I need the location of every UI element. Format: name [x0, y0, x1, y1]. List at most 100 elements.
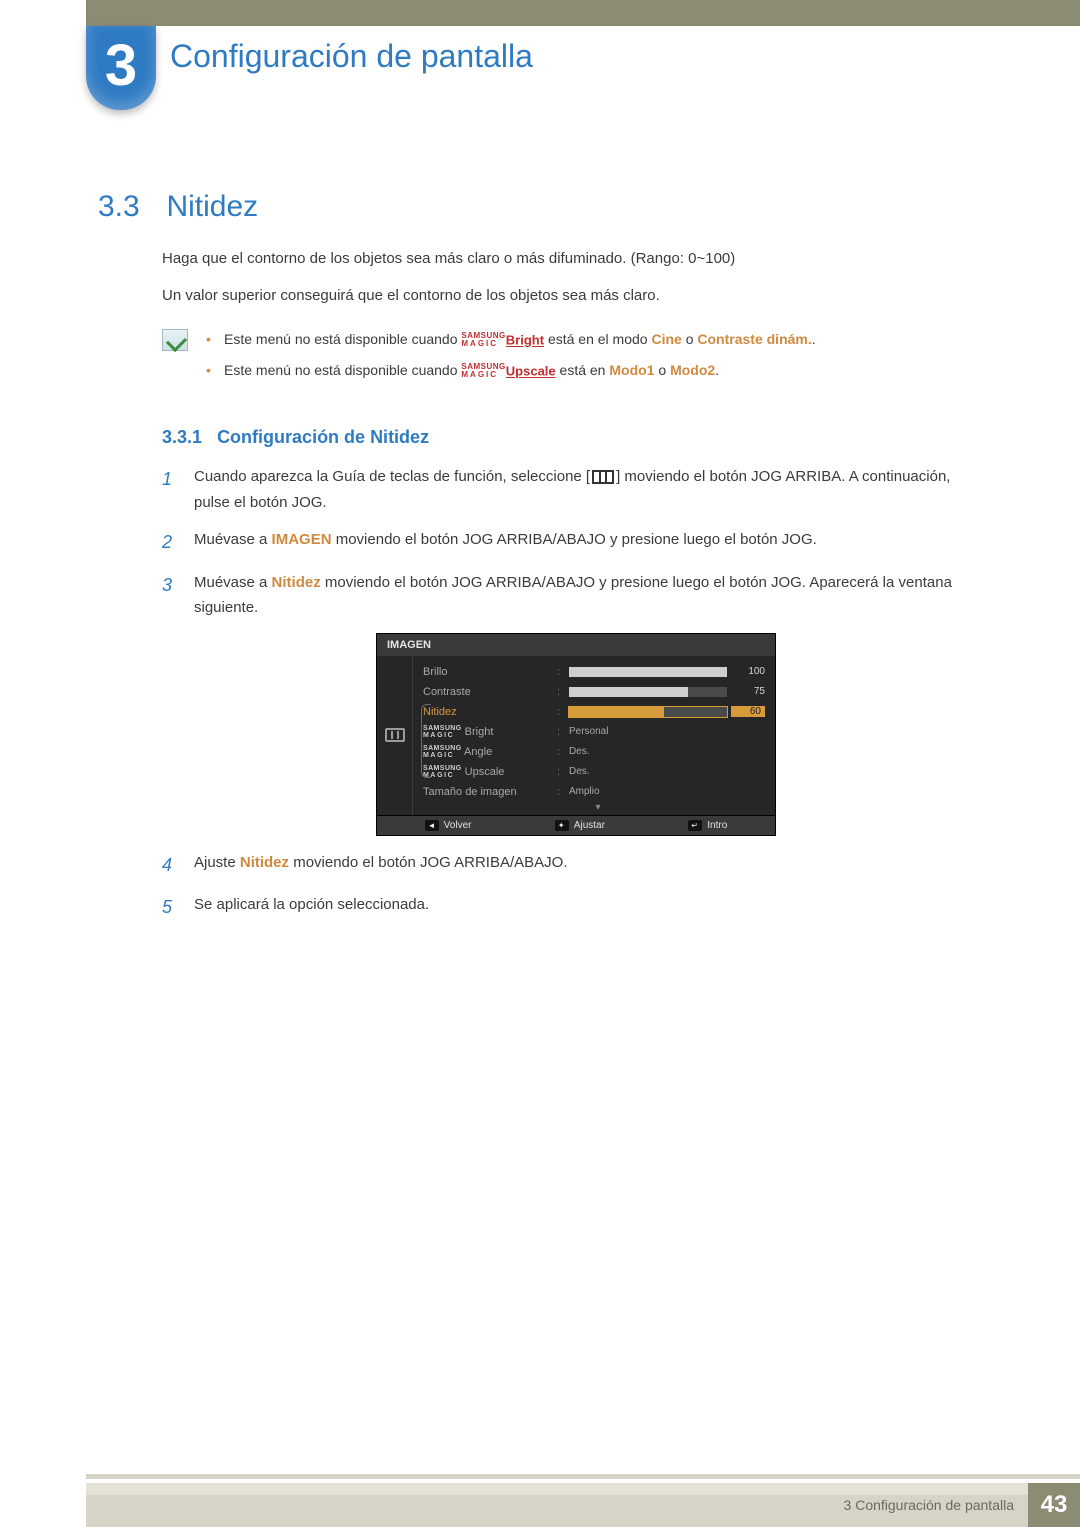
footer-strip-light: [86, 1483, 1028, 1495]
osd-label-magic-angle: SAMSUNGMAGIC Angle: [423, 745, 553, 759]
osd-bracket-icon: [421, 704, 431, 778]
osd-row-nitidez[interactable]: Nitidez : 60: [423, 702, 765, 722]
note1-or: o: [686, 331, 698, 347]
step-2: 2 Muévase a IMAGEN moviendo el botón JOG…: [162, 527, 990, 558]
note2-or: o: [658, 362, 670, 378]
step-3-text: Muévase a Nitidez moviendo el botón JOG …: [194, 570, 990, 621]
note2-modo2: Modo2: [670, 362, 715, 378]
osd-slider-contraste[interactable]: [569, 687, 727, 697]
section-number: 3.3: [98, 190, 162, 224]
chapter-title: Configuración de pantalla: [170, 38, 533, 75]
page-content: 3.3 Nitidez Haga que el contorno de los …: [98, 190, 990, 935]
step3-hl: Nitidez: [272, 574, 321, 591]
osd-value-magic-angle: Des.: [569, 746, 727, 757]
step1-a: Cuando aparezca la Guía de teclas de fun…: [194, 468, 590, 485]
step-5-text: Se aplicará la opción seleccionada.: [194, 892, 429, 923]
back-key-icon: ◄: [425, 820, 439, 831]
step-1: 1 Cuando aparezca la Guía de teclas de f…: [162, 464, 990, 515]
osd-footer-enter[interactable]: ↵ Intro: [688, 820, 727, 831]
step-number: 5: [162, 892, 180, 923]
note1-pre: Este menú no está disponible cuando: [224, 331, 461, 347]
footer-text: 3 Configuración de pantalla: [844, 1497, 1014, 1513]
osd-label-magic-bright: SAMSUNGMAGIC Bright: [423, 725, 553, 739]
subsection-title: Configuración de Nitidez: [217, 427, 429, 447]
osd-label-magic-upscale: SAMSUNGMAGIC Upscale: [423, 765, 553, 779]
footer-strip: 3 Configuración de pantalla: [86, 1483, 1028, 1527]
step2-b: moviendo el botón JOG ARRIBA/ABAJO y pre…: [332, 531, 817, 548]
osd-row-brillo[interactable]: Brillo : 100: [423, 662, 765, 682]
osd-value-magic-bright: Personal: [569, 726, 727, 737]
osd-value-nitidez: 60: [731, 706, 765, 717]
osd-label-contraste: Contraste: [423, 686, 553, 698]
osd-value-brillo: 100: [731, 666, 765, 677]
note-block: Este menú no está disponible cuando SAMS…: [162, 329, 990, 391]
note-list: Este menú no está disponible cuando SAMS…: [206, 329, 816, 391]
osd-slider-brillo[interactable]: [569, 667, 727, 677]
note2-mid: está en: [560, 362, 610, 378]
samsung-magic-tag: SAMSUNGMAGIC: [461, 363, 505, 379]
step-number: 4: [162, 850, 180, 881]
magic-bright-label: Bright: [506, 333, 544, 348]
step-5: 5 Se aplicará la opción seleccionada.: [162, 892, 990, 923]
page-number: 43: [1028, 1483, 1080, 1527]
osd-footer: ◄ Volver ✦ Ajustar ↵ Intro: [377, 815, 775, 835]
section-intro-2: Un valor superior conseguirá que el cont…: [162, 285, 990, 308]
note2-pre: Este menú no está disponible cuando: [224, 362, 461, 378]
osd-row-magic-angle[interactable]: SAMSUNGMAGIC Angle : Des.: [423, 742, 765, 762]
page-footer: 3 Configuración de pantalla 43: [0, 1483, 1080, 1527]
note-item-2: Este menú no está disponible cuando SAMS…: [206, 360, 816, 381]
step-4: 4 Ajuste Nitidez moviendo el botón JOG A…: [162, 850, 990, 881]
step3-a: Muévase a: [194, 574, 272, 591]
osd-value-tamano: Amplio: [569, 786, 727, 797]
step4-hl: Nitidez: [240, 854, 289, 871]
note1-mode-cine: Cine: [651, 331, 681, 347]
note2-end: .: [715, 362, 719, 378]
step4-a: Ajuste: [194, 854, 240, 871]
steps-list: 1 Cuando aparezca la Guía de teclas de f…: [162, 464, 990, 923]
osd-row-magic-upscale[interactable]: SAMSUNGMAGIC Upscale : Des.: [423, 762, 765, 782]
osd-footer-adjust[interactable]: ✦ Ajustar: [555, 820, 605, 831]
osd-sidebar: [377, 656, 413, 815]
step-1-text: Cuando aparezca la Guía de teclas de fun…: [194, 464, 990, 515]
note1-mode-contraste: Contraste dinám.: [697, 331, 811, 347]
step-4-text: Ajuste Nitidez moviendo el botón JOG ARR…: [194, 850, 568, 881]
osd-footer-adjust-label: Ajustar: [574, 820, 605, 831]
osd-scroll-down-icon[interactable]: ▾: [423, 802, 765, 813]
osd-row-contraste[interactable]: Contraste : 75: [423, 682, 765, 702]
section-intro-1: Haga que el contorno de los objetos sea …: [162, 248, 990, 271]
section-title: Nitidez: [166, 190, 258, 223]
section-heading: 3.3 Nitidez: [98, 190, 990, 224]
osd-body: Brillo : 100 Contraste : 75 Nitidez: [377, 656, 775, 815]
menu-icon: [592, 470, 614, 484]
step2-a: Muévase a: [194, 531, 272, 548]
step2-hl: IMAGEN: [272, 531, 332, 548]
osd-label-tamano: Tamaño de imagen: [423, 786, 553, 798]
note-item-1: Este menú no está disponible cuando SAMS…: [206, 329, 816, 350]
subsection-number: 3.3.1: [162, 427, 202, 447]
osd-panel: IMAGEN Brillo : 100 Contraste :: [376, 633, 776, 836]
osd-value-contraste: 75: [731, 686, 765, 697]
step-number: 3: [162, 570, 180, 621]
subsection-heading: 3.3.1 Configuración de Nitidez: [162, 427, 990, 448]
osd-slider-nitidez[interactable]: [569, 707, 727, 717]
osd-footer-back-label: Volver: [444, 820, 472, 831]
note1-mid: está en el modo: [548, 331, 652, 347]
footer-thin-bar: [86, 1474, 1080, 1479]
step-number: 2: [162, 527, 180, 558]
step-3: 3 Muévase a Nitidez moviendo el botón JO…: [162, 570, 990, 621]
osd-label-nitidez: Nitidez: [423, 706, 553, 718]
osd-footer-enter-label: Intro: [707, 820, 727, 831]
imagen-icon: [385, 728, 405, 742]
note2-modo1: Modo1: [609, 362, 654, 378]
osd-row-tamano[interactable]: Tamaño de imagen : Amplio: [423, 782, 765, 802]
chapter-number-badge: 3: [86, 26, 156, 110]
osd-row-magic-bright[interactable]: SAMSUNGMAGIC Bright : Personal: [423, 722, 765, 742]
note-icon: [162, 329, 188, 351]
osd-label-brillo: Brillo: [423, 666, 553, 678]
adjust-key-icon: ✦: [555, 820, 569, 831]
enter-key-icon: ↵: [688, 820, 702, 831]
step-number: 1: [162, 464, 180, 515]
osd-footer-back[interactable]: ◄ Volver: [425, 820, 472, 831]
osd-value-magic-upscale: Des.: [569, 766, 727, 777]
magic-upscale-label: Upscale: [506, 364, 556, 379]
